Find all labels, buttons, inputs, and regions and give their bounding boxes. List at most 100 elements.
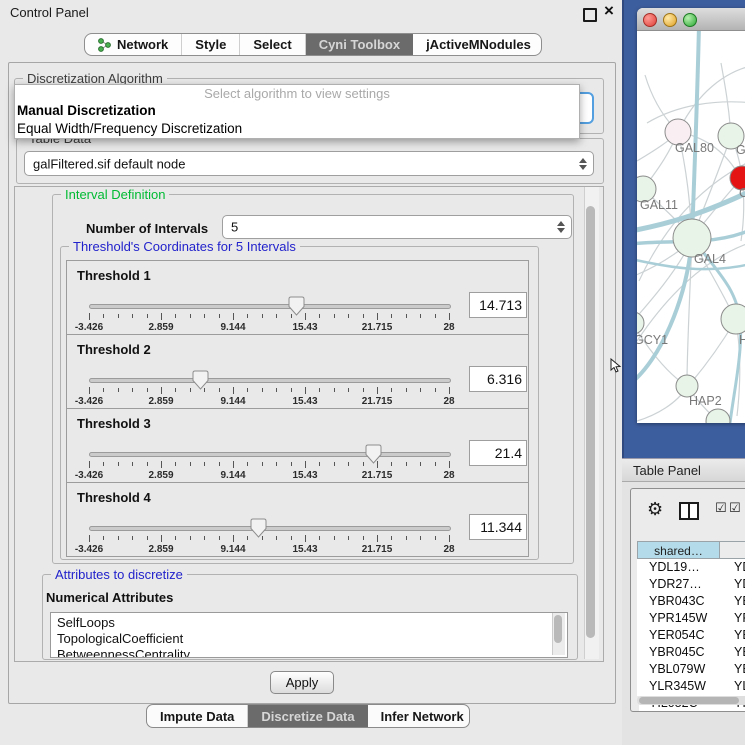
table-row[interactable]: YBR045CYBR045C <box>637 644 745 661</box>
tick-mark <box>334 536 335 540</box>
slider-knob[interactable] <box>365 444 382 464</box>
float-window-icon[interactable] <box>583 8 597 22</box>
tab-jactivemnodules[interactable]: jActiveMNodules <box>413 34 542 55</box>
horizontal-scrollbar-thumb[interactable] <box>639 697 739 704</box>
tick-mark <box>175 388 176 392</box>
table-row[interactable]: YDL19…YDL19 <box>637 559 745 576</box>
slider-ticks <box>89 535 449 543</box>
threshold-label: Threshold 3 <box>77 416 151 431</box>
tick-mark <box>305 461 306 468</box>
tick-mark <box>363 462 364 466</box>
tab-select[interactable]: Select <box>240 34 305 55</box>
cell-shared-name: YBL079W <box>639 661 734 678</box>
number-of-intervals-value: 5 <box>231 220 238 235</box>
tick-label: -3.426 <box>75 322 103 333</box>
attributes-scrollbar-thumb[interactable] <box>554 615 562 643</box>
tick-mark <box>118 314 119 318</box>
table-row[interactable]: YLR345WYLR345W <box>637 678 745 695</box>
tick-mark <box>305 387 306 394</box>
algorithm-prompt-option[interactable]: Select algorithm to view settings <box>15 85 579 102</box>
zoom-traffic-light[interactable] <box>683 13 697 27</box>
checkbox-checked-icon[interactable]: ☑ <box>729 501 741 516</box>
attribute-list-item[interactable]: SelfLoops <box>51 613 567 631</box>
network-node[interactable] <box>706 409 730 423</box>
attribute-list-item[interactable]: TopologicalCoefficient <box>51 631 567 647</box>
tick-label: 2.859 <box>148 322 173 333</box>
threshold-value-field[interactable]: 6.316 <box>469 366 527 392</box>
gear-icon[interactable]: ⚙ <box>647 499 663 520</box>
window-title: Control Panel <box>10 5 89 20</box>
algorithm-option-equal-width[interactable]: Equal Width/Frequency Discretization <box>15 120 579 138</box>
number-of-intervals-combobox[interactable]: 5 <box>222 215 572 239</box>
tick-mark <box>219 388 220 392</box>
minimize-traffic-light[interactable] <box>663 13 677 27</box>
tick-mark <box>449 535 450 542</box>
network-canvas[interactable]: GAL80GCGAL11GAL4GCY1HHAP2 <box>637 31 745 423</box>
cell-shared-name: YDR27… <box>639 576 734 593</box>
table-row[interactable]: YBR043CYBR043C <box>637 593 745 610</box>
slider-knob[interactable] <box>250 518 267 538</box>
cell-shared-name: YPR145W <box>639 610 734 627</box>
network-node[interactable] <box>721 304 745 334</box>
tab-cyni-toolbox[interactable]: Cyni Toolbox <box>306 34 413 55</box>
tick-mark <box>319 314 320 318</box>
network-view-window: GAL80GCGAL11GAL4GCY1HHAP2 <box>637 8 745 423</box>
threshold-value-field[interactable]: 21.4 <box>469 440 527 466</box>
tick-mark <box>161 535 162 542</box>
tick-mark <box>147 314 148 318</box>
table-row[interactable]: YBL079WYBL079W <box>637 661 745 678</box>
tick-mark <box>247 314 248 318</box>
network-node-label: HAP2 <box>689 394 722 408</box>
tab-style[interactable]: Style <box>182 34 240 55</box>
numerical-attributes-list[interactable]: SelfLoopsTopologicalCoefficientBetweenne… <box>50 612 568 658</box>
tick-mark <box>377 387 378 394</box>
cell-name: YBL079W <box>734 661 745 678</box>
threshold-value-field[interactable]: 11.344 <box>469 514 527 540</box>
tick-label: 15.43 <box>292 544 317 555</box>
tab-discretize-data[interactable]: Discretize Data <box>248 705 367 727</box>
tick-mark <box>161 313 162 320</box>
threshold-value-field[interactable]: 14.713 <box>469 292 527 318</box>
slider-knob[interactable] <box>192 370 209 390</box>
table-row[interactable]: YDR27…YDR27 <box>637 576 745 593</box>
close-icon[interactable]: × <box>604 1 614 21</box>
tick-label: -3.426 <box>75 544 103 555</box>
vertical-scrollbar-thumb[interactable] <box>586 206 595 638</box>
table-row[interactable]: YPR145WYPR145W <box>637 610 745 627</box>
slider-track[interactable] <box>89 452 451 457</box>
tick-mark <box>420 314 421 318</box>
network-window-titlebar[interactable] <box>637 8 745 31</box>
tick-mark <box>233 387 234 394</box>
cell-name: YDL19 <box>734 559 745 576</box>
tick-mark <box>449 313 450 320</box>
tick-mark <box>147 536 148 540</box>
network-edge[interactable] <box>678 65 745 132</box>
tab-impute-data[interactable]: Impute Data <box>147 705 248 727</box>
network-node-label: C <box>739 186 745 200</box>
tick-mark <box>319 388 320 392</box>
tick-mark <box>204 462 205 466</box>
table-data-combobox[interactable]: galFiltered.sif default node <box>24 151 594 176</box>
close-traffic-light[interactable] <box>643 13 657 27</box>
cell-shared-name: YDL19… <box>639 559 734 576</box>
tick-mark <box>377 535 378 542</box>
slider-ticks <box>89 313 449 321</box>
algorithm-option-manual[interactable]: Manual Discretization <box>15 102 579 120</box>
tick-mark <box>118 462 119 466</box>
tab-network[interactable]: Network <box>85 34 182 55</box>
attribute-list-item[interactable]: BetweennessCentrality <box>51 647 567 658</box>
column-header-name[interactable]: n <box>720 541 745 559</box>
slider-track[interactable] <box>89 378 451 383</box>
split-columns-icon[interactable] <box>679 502 699 525</box>
slider-knob[interactable] <box>288 296 305 316</box>
tick-label: -3.426 <box>75 470 103 481</box>
network-edge-highlighted[interactable] <box>692 31 699 238</box>
apply-button[interactable]: Apply <box>270 671 334 694</box>
slider-track[interactable] <box>89 304 451 309</box>
table-row[interactable]: YER054CYER054C <box>637 627 745 644</box>
tab-infer-network[interactable]: Infer Network <box>368 705 470 727</box>
network-node[interactable] <box>637 312 644 334</box>
column-header-shared-name[interactable]: shared… <box>637 541 720 559</box>
slider-track[interactable] <box>89 526 451 531</box>
checkbox-checked-icon[interactable]: ☑ <box>715 501 727 516</box>
